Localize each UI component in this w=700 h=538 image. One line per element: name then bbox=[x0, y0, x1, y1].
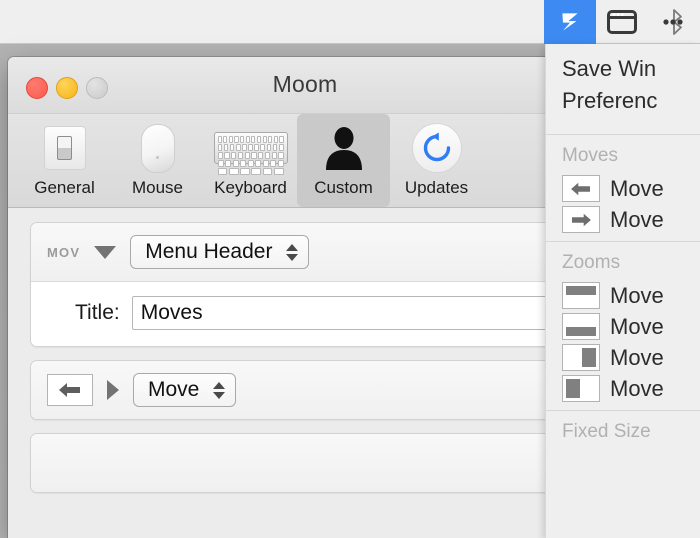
system-menu-bar bbox=[0, 0, 700, 44]
arrow-right-icon bbox=[562, 206, 600, 233]
chevron-updown-icon bbox=[286, 244, 298, 261]
toolbar-label-general: General bbox=[34, 178, 94, 198]
menu-item-move-left-label: Move bbox=[610, 176, 664, 202]
command-type-popup-1[interactable]: Menu Header bbox=[130, 235, 309, 269]
menu-section-header-moves: Moves bbox=[546, 137, 700, 173]
refresh-icon bbox=[412, 122, 462, 174]
menu-item-preferences[interactable]: Preferenc bbox=[546, 86, 700, 118]
custom-panel: MOV Menu Header Title: Moves bbox=[8, 208, 602, 538]
screen: Moom General Mouse bbox=[0, 0, 700, 538]
menu-item-zoom-left-half[interactable]: Move bbox=[546, 373, 700, 404]
custom-command-group-2: Move bbox=[30, 360, 586, 420]
custom-command-row-1: MOV Menu Header bbox=[31, 223, 585, 281]
menu-item-move-left[interactable]: Move bbox=[546, 173, 700, 204]
half-bottom-icon bbox=[562, 313, 600, 340]
menu-item-move-right-label: Move bbox=[610, 207, 664, 233]
menu-section-header-zooms: Zooms bbox=[546, 244, 700, 280]
menu-item-zoom-bottom-half-label: Move bbox=[610, 314, 664, 340]
toolbar-item-custom[interactable]: Custom bbox=[297, 114, 390, 207]
toggle-switch-icon bbox=[44, 122, 86, 174]
disclosure-triangle-expanded[interactable] bbox=[94, 246, 116, 259]
moom-preferences-window: Moom General Mouse bbox=[8, 57, 602, 538]
menu-item-zoom-right-half-label: Move bbox=[610, 345, 664, 371]
bluetooth-icon bbox=[661, 8, 687, 36]
window-manager-status-item[interactable] bbox=[596, 0, 648, 44]
moom-menu-commands: Save Win Preferenc bbox=[546, 44, 700, 128]
arrow-left-icon bbox=[562, 175, 600, 202]
menu-item-zoom-left-half-label: Move bbox=[610, 376, 664, 402]
title-label: Title: bbox=[75, 301, 120, 325]
command-type-popup-1-label: Menu Header bbox=[145, 240, 272, 264]
custom-command-row-2: Move bbox=[31, 361, 585, 419]
menu-section-header-fixed-size: Fixed Size bbox=[546, 413, 700, 449]
toolbar-label-custom: Custom bbox=[314, 178, 373, 198]
half-right-icon bbox=[562, 344, 600, 371]
moom-icon bbox=[557, 9, 583, 35]
half-top-icon bbox=[562, 282, 600, 309]
command-type-popup-2-label: Move bbox=[148, 378, 199, 402]
toolbar-item-general[interactable]: General bbox=[18, 114, 111, 198]
menu-separator bbox=[546, 241, 700, 242]
custom-command-group-1: MOV Menu Header Title: Moves bbox=[30, 222, 586, 347]
custom-command-group-3 bbox=[30, 433, 586, 493]
menu-separator bbox=[546, 134, 700, 135]
moom-dropdown-menu: Save Win Preferenc Moves Move Move Zooms… bbox=[545, 44, 700, 538]
toolbar-label-mouse: Mouse bbox=[132, 178, 183, 198]
command-type-popup-2[interactable]: Move bbox=[133, 373, 236, 407]
title-field-row: Title: Moves bbox=[47, 296, 569, 330]
bluetooth-status-item[interactable] bbox=[648, 0, 700, 44]
person-icon bbox=[324, 122, 364, 174]
window-title-bar[interactable]: Moom bbox=[8, 57, 602, 114]
preferences-toolbar: General Mouse Keyboa bbox=[8, 114, 602, 208]
toolbar-label-keyboard: Keyboard bbox=[214, 178, 287, 198]
menu-item-zoom-right-half[interactable]: Move bbox=[546, 342, 700, 373]
custom-command-row-3 bbox=[31, 434, 585, 492]
toolbar-item-keyboard[interactable]: Keyboard bbox=[204, 114, 297, 198]
window-title: Moom bbox=[8, 71, 602, 98]
chevron-updown-icon bbox=[213, 382, 225, 399]
toolbar-item-mouse[interactable]: Mouse bbox=[111, 114, 204, 198]
command-scope-tag: MOV bbox=[47, 245, 80, 260]
status-items bbox=[544, 0, 700, 44]
menu-header-settings: Title: Moves bbox=[31, 281, 585, 346]
menu-item-save-window-layout[interactable]: Save Win bbox=[546, 54, 700, 86]
toolbar-label-updates: Updates bbox=[405, 178, 468, 198]
menu-item-zoom-top-half[interactable]: Move bbox=[546, 280, 700, 311]
window-icon bbox=[607, 10, 637, 34]
half-left-icon bbox=[562, 375, 600, 402]
menu-item-move-right[interactable]: Move bbox=[546, 204, 700, 235]
title-input[interactable]: Moves bbox=[132, 296, 569, 330]
mouse-icon bbox=[141, 122, 175, 174]
disclosure-triangle-collapsed[interactable] bbox=[107, 380, 119, 400]
toolbar-item-updates[interactable]: Updates bbox=[390, 114, 483, 198]
menu-item-zoom-top-half-label: Move bbox=[610, 283, 664, 309]
arrow-left-icon bbox=[47, 374, 93, 406]
moom-status-item[interactable] bbox=[544, 0, 596, 44]
keyboard-icon bbox=[214, 122, 288, 174]
menu-item-zoom-bottom-half[interactable]: Move bbox=[546, 311, 700, 342]
menu-separator bbox=[546, 410, 700, 411]
